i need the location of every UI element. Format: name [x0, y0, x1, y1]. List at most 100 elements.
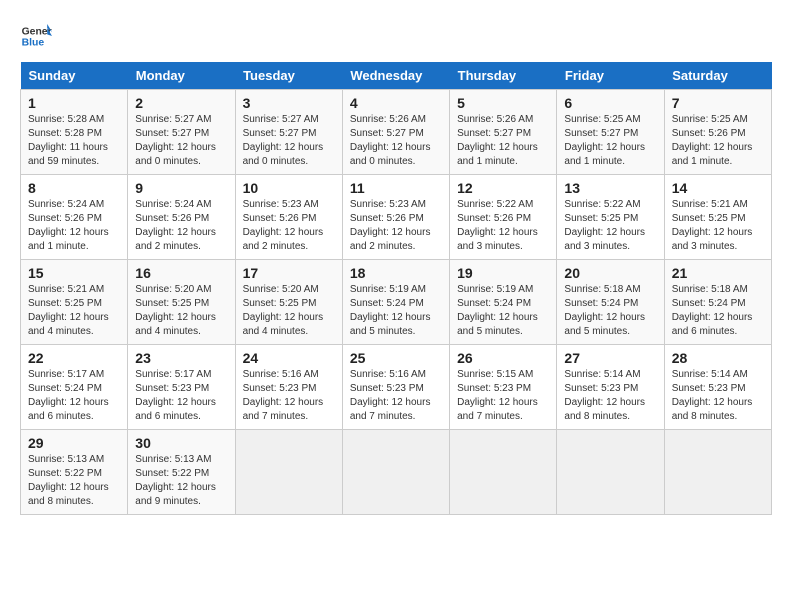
calendar-cell: 1 Sunrise: 5:28 AM Sunset: 5:28 PM Daylig… — [21, 90, 128, 175]
calendar-cell — [557, 430, 664, 515]
logo: General Blue — [20, 20, 52, 52]
day-info: Sunrise: 5:28 AM Sunset: 5:28 PM Dayligh… — [28, 113, 120, 169]
day-number: 5 — [457, 95, 549, 111]
calendar-cell: 15 Sunrise: 5:21 AM Sunset: 5:25 PM Dayli… — [21, 260, 128, 345]
page-header: General Blue — [20, 20, 772, 52]
day-number: 18 — [350, 265, 442, 281]
day-info: Sunrise: 5:24 AM Sunset: 5:26 PM Dayligh… — [28, 198, 120, 254]
day-number: 25 — [350, 350, 442, 366]
day-number: 27 — [564, 350, 656, 366]
calendar-cell: 7 Sunrise: 5:25 AM Sunset: 5:26 PM Daylig… — [664, 90, 771, 175]
calendar-cell: 14Sunrise: 5:21 AM Sunset: 5:25 PM Dayli… — [664, 175, 771, 260]
day-number: 29 — [28, 435, 120, 451]
calendar-cell: 11 Sunrise: 5:23 AM Sunset: 5:26 PM Dayli… — [342, 175, 449, 260]
day-info: Sunrise: 5:26 AM Sunset: 5:27 PM Dayligh… — [350, 113, 442, 169]
day-number: 11 — [350, 180, 442, 196]
calendar-header-row: SundayMondayTuesdayWednesdayThursdayFrid… — [21, 62, 772, 90]
day-info: Sunrise: 5:16 AM Sunset: 5:23 PM Dayligh… — [350, 368, 442, 424]
day-info: Sunrise: 5:21 AM Sunset: 5:25 PM Dayligh… — [672, 198, 764, 254]
calendar-cell: 17 Sunrise: 5:20 AM Sunset: 5:25 PM Dayli… — [235, 260, 342, 345]
day-info: Sunrise: 5:26 AM Sunset: 5:27 PM Dayligh… — [457, 113, 549, 169]
calendar-header-monday: Monday — [128, 62, 235, 90]
calendar-cell: 18 Sunrise: 5:19 AM Sunset: 5:24 PM Dayli… — [342, 260, 449, 345]
day-number: 6 — [564, 95, 656, 111]
day-number: 3 — [243, 95, 335, 111]
calendar-week-3: 15 Sunrise: 5:21 AM Sunset: 5:25 PM Dayli… — [21, 260, 772, 345]
day-info: Sunrise: 5:22 AM Sunset: 5:26 PM Dayligh… — [457, 198, 549, 254]
calendar-cell: 20Sunrise: 5:18 AM Sunset: 5:24 PM Dayli… — [557, 260, 664, 345]
calendar-cell: 24 Sunrise: 5:16 AM Sunset: 5:23 PM Dayli… — [235, 345, 342, 430]
day-number: 1 — [28, 95, 120, 111]
logo-icon: General Blue — [20, 20, 52, 52]
day-number: 26 — [457, 350, 549, 366]
day-number: 10 — [243, 180, 335, 196]
calendar-cell: 9Sunrise: 5:24 AM Sunset: 5:26 PM Daylig… — [128, 175, 235, 260]
day-number: 4 — [350, 95, 442, 111]
day-number: 12 — [457, 180, 549, 196]
day-info: Sunrise: 5:14 AM Sunset: 5:23 PM Dayligh… — [564, 368, 656, 424]
day-info: Sunrise: 5:13 AM Sunset: 5:22 PM Dayligh… — [28, 453, 120, 509]
day-number: 17 — [243, 265, 335, 281]
day-info: Sunrise: 5:21 AM Sunset: 5:25 PM Dayligh… — [28, 283, 120, 339]
day-number: 24 — [243, 350, 335, 366]
day-number: 22 — [28, 350, 120, 366]
day-number: 13 — [564, 180, 656, 196]
calendar-header-saturday: Saturday — [664, 62, 771, 90]
calendar-cell: 10Sunrise: 5:23 AM Sunset: 5:26 PM Dayli… — [235, 175, 342, 260]
calendar-cell: 3 Sunrise: 5:27 AM Sunset: 5:27 PM Daylig… — [235, 90, 342, 175]
day-info: Sunrise: 5:17 AM Sunset: 5:24 PM Dayligh… — [28, 368, 120, 424]
day-info: Sunrise: 5:27 AM Sunset: 5:27 PM Dayligh… — [243, 113, 335, 169]
day-info: Sunrise: 5:19 AM Sunset: 5:24 PM Dayligh… — [350, 283, 442, 339]
calendar-body: 1 Sunrise: 5:28 AM Sunset: 5:28 PM Daylig… — [21, 90, 772, 515]
calendar-cell: 25 Sunrise: 5:16 AM Sunset: 5:23 PM Dayli… — [342, 345, 449, 430]
day-info: Sunrise: 5:16 AM Sunset: 5:23 PM Dayligh… — [243, 368, 335, 424]
calendar-cell: 6 Sunrise: 5:25 AM Sunset: 5:27 PM Daylig… — [557, 90, 664, 175]
calendar-cell: 28 Sunrise: 5:14 AM Sunset: 5:23 PM Dayli… — [664, 345, 771, 430]
day-info: Sunrise: 5:22 AM Sunset: 5:25 PM Dayligh… — [564, 198, 656, 254]
calendar-cell: 13 Sunrise: 5:22 AM Sunset: 5:25 PM Dayli… — [557, 175, 664, 260]
calendar-week-4: 22 Sunrise: 5:17 AM Sunset: 5:24 PM Dayli… — [21, 345, 772, 430]
calendar-header-thursday: Thursday — [450, 62, 557, 90]
day-number: 8 — [28, 180, 120, 196]
day-info: Sunrise: 5:24 AM Sunset: 5:26 PM Dayligh… — [135, 198, 227, 254]
day-number: 23 — [135, 350, 227, 366]
day-info: Sunrise: 5:18 AM Sunset: 5:24 PM Dayligh… — [672, 283, 764, 339]
calendar-week-5: 29 Sunrise: 5:13 AM Sunset: 5:22 PM Dayli… — [21, 430, 772, 515]
calendar-header-friday: Friday — [557, 62, 664, 90]
day-info: Sunrise: 5:20 AM Sunset: 5:25 PM Dayligh… — [243, 283, 335, 339]
day-number: 15 — [28, 265, 120, 281]
day-number: 28 — [672, 350, 764, 366]
calendar-cell: 22 Sunrise: 5:17 AM Sunset: 5:24 PM Dayli… — [21, 345, 128, 430]
calendar-cell: 12 Sunrise: 5:22 AM Sunset: 5:26 PM Dayli… — [450, 175, 557, 260]
calendar-cell: 2 Sunrise: 5:27 AM Sunset: 5:27 PM Daylig… — [128, 90, 235, 175]
calendar-week-1: 1 Sunrise: 5:28 AM Sunset: 5:28 PM Daylig… — [21, 90, 772, 175]
calendar-cell — [235, 430, 342, 515]
day-info: Sunrise: 5:25 AM Sunset: 5:26 PM Dayligh… — [672, 113, 764, 169]
day-info: Sunrise: 5:27 AM Sunset: 5:27 PM Dayligh… — [135, 113, 227, 169]
calendar-cell: 23 Sunrise: 5:17 AM Sunset: 5:23 PM Dayli… — [128, 345, 235, 430]
calendar-cell: 30 Sunrise: 5:13 AM Sunset: 5:22 PM Dayli… — [128, 430, 235, 515]
calendar-cell: 16 Sunrise: 5:20 AM Sunset: 5:25 PM Dayli… — [128, 260, 235, 345]
day-info: Sunrise: 5:23 AM Sunset: 5:26 PM Dayligh… — [350, 198, 442, 254]
calendar-week-2: 8 Sunrise: 5:24 AM Sunset: 5:26 PM Daylig… — [21, 175, 772, 260]
day-info: Sunrise: 5:13 AM Sunset: 5:22 PM Dayligh… — [135, 453, 227, 509]
day-number: 2 — [135, 95, 227, 111]
day-number: 30 — [135, 435, 227, 451]
day-number: 16 — [135, 265, 227, 281]
calendar-cell: 21Sunrise: 5:18 AM Sunset: 5:24 PM Dayli… — [664, 260, 771, 345]
calendar-cell: 4 Sunrise: 5:26 AM Sunset: 5:27 PM Daylig… — [342, 90, 449, 175]
day-number: 7 — [672, 95, 764, 111]
svg-text:Blue: Blue — [22, 38, 45, 49]
day-info: Sunrise: 5:19 AM Sunset: 5:24 PM Dayligh… — [457, 283, 549, 339]
calendar-table: SundayMondayTuesdayWednesdayThursdayFrid… — [20, 62, 772, 515]
day-info: Sunrise: 5:17 AM Sunset: 5:23 PM Dayligh… — [135, 368, 227, 424]
day-info: Sunrise: 5:18 AM Sunset: 5:24 PM Dayligh… — [564, 283, 656, 339]
calendar-cell: 27 Sunrise: 5:14 AM Sunset: 5:23 PM Dayli… — [557, 345, 664, 430]
day-info: Sunrise: 5:25 AM Sunset: 5:27 PM Dayligh… — [564, 113, 656, 169]
day-info: Sunrise: 5:20 AM Sunset: 5:25 PM Dayligh… — [135, 283, 227, 339]
calendar-header-sunday: Sunday — [21, 62, 128, 90]
day-info: Sunrise: 5:14 AM Sunset: 5:23 PM Dayligh… — [672, 368, 764, 424]
calendar-cell: 5 Sunrise: 5:26 AM Sunset: 5:27 PM Daylig… — [450, 90, 557, 175]
day-number: 19 — [457, 265, 549, 281]
calendar-cell: 19 Sunrise: 5:19 AM Sunset: 5:24 PM Dayli… — [450, 260, 557, 345]
